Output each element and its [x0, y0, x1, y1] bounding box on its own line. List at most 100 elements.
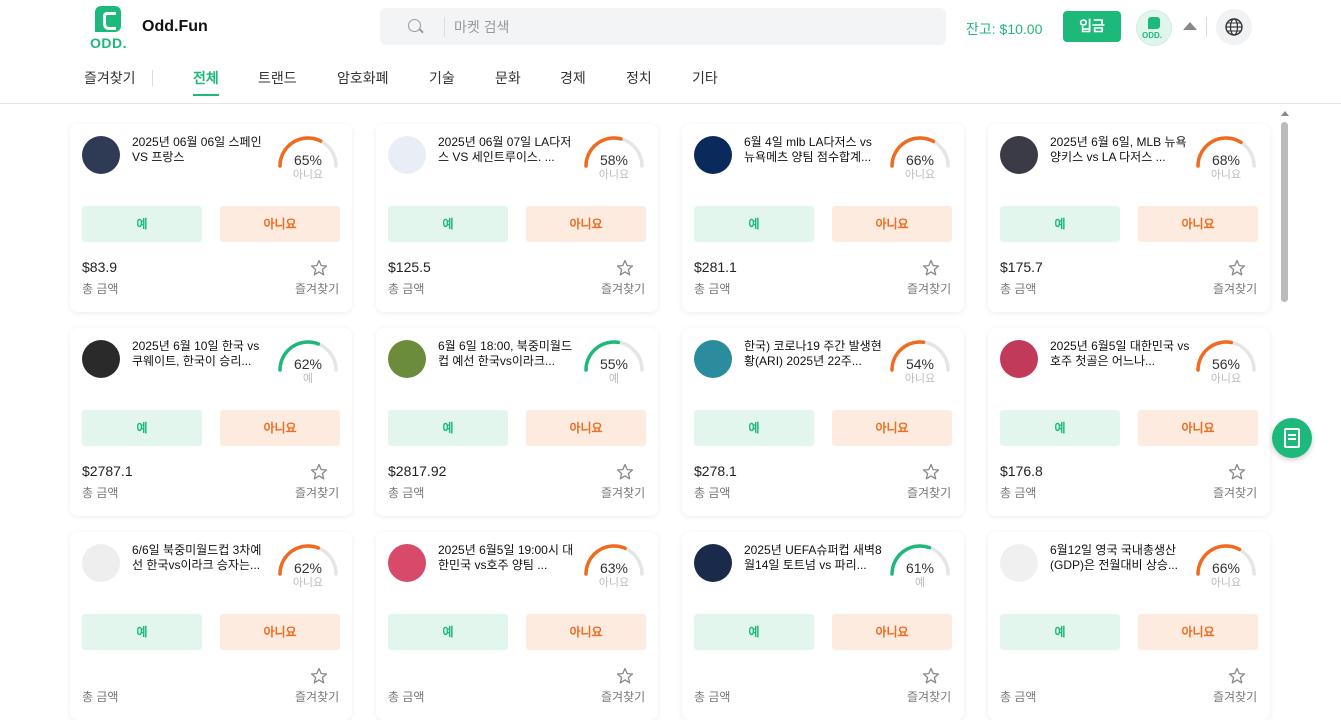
- tab-favorites[interactable]: 즐겨찾기: [84, 68, 136, 88]
- yes-button[interactable]: 예: [1000, 614, 1120, 650]
- star-icon[interactable]: [1228, 259, 1246, 277]
- favorite-label[interactable]: 즐겨찾기: [1213, 688, 1257, 705]
- yes-button[interactable]: 예: [1000, 206, 1120, 242]
- favorite-label[interactable]: 즐겨찾기: [295, 280, 339, 297]
- star-icon[interactable]: [922, 667, 940, 685]
- favorite-label[interactable]: 즐겨찾기: [1213, 280, 1257, 297]
- tab-trend[interactable]: 트랜드: [258, 68, 297, 88]
- no-button[interactable]: 아니요: [1138, 614, 1258, 650]
- market-card[interactable]: 2025년 UEFA슈퍼컵 새벽8월14일 토트넘 vs 파리... 61% 예…: [682, 532, 964, 720]
- market-title[interactable]: 2025년 UEFA슈퍼컵 새벽8월14일 토트넘 vs 파리...: [744, 543, 884, 573]
- market-title[interactable]: 2025년 06월 07일 LA다저스 VS 세인트루이스. ...: [438, 135, 578, 165]
- tab-all[interactable]: 전체: [193, 68, 219, 88]
- star-icon[interactable]: [616, 667, 634, 685]
- favorite-label[interactable]: 즐겨찾기: [907, 280, 951, 297]
- floating-doc-button[interactable]: [1272, 418, 1312, 458]
- no-button[interactable]: 아니요: [1138, 410, 1258, 446]
- market-thumbnail: [694, 544, 732, 582]
- deposit-button[interactable]: 입금: [1063, 11, 1121, 42]
- favorite-label[interactable]: 즐겨찾기: [295, 484, 339, 501]
- probability-outcome: 아니요: [1210, 577, 1242, 589]
- market-title[interactable]: 2025년 6월 6일, MLB 뉴욕 양키스 vs LA 다저스 ...: [1050, 135, 1190, 165]
- market-card[interactable]: 6월 4일 mlb LA다저스 vs 뉴욕메츠 양팀 점수합계... 66% 아…: [682, 124, 964, 312]
- favorite-label[interactable]: 즐겨찾기: [907, 688, 951, 705]
- market-thumbnail: [1000, 340, 1038, 378]
- favorite-label[interactable]: 즐겨찾기: [907, 484, 951, 501]
- scrollbar-thumb[interactable]: [1281, 122, 1288, 302]
- market-title[interactable]: 2025년 6월5일 19:00시 대한민국 vs호주 양팀 ...: [438, 543, 578, 573]
- yes-button[interactable]: 예: [388, 614, 508, 650]
- star-icon[interactable]: [922, 463, 940, 481]
- market-card[interactable]: 2025년 6월 6일, MLB 뉴욕 양키스 vs LA 다저스 ... 68…: [988, 124, 1270, 312]
- star-icon[interactable]: [310, 463, 328, 481]
- market-thumbnail: [694, 340, 732, 378]
- yes-button[interactable]: 예: [694, 614, 814, 650]
- market-card[interactable]: 6월 6일 18:00, 북중미월드컵 예선 한국vs이라크... 55% 예 …: [376, 328, 658, 516]
- tab-economy[interactable]: 경제: [560, 68, 586, 88]
- market-title[interactable]: 2025년 6월5일 대한민국 vs 호주 첫골은 어느나...: [1050, 339, 1190, 369]
- market-thumbnail: [388, 544, 426, 582]
- favorite-label[interactable]: 즐겨찾기: [295, 688, 339, 705]
- market-title[interactable]: 6/6일 북중미월드컵 3차예선 한국vs이라크 승자는...: [132, 543, 272, 573]
- tab-culture[interactable]: 문화: [495, 68, 521, 88]
- scroll-up-icon[interactable]: [1281, 111, 1289, 116]
- tab-crypto[interactable]: 암호화폐: [337, 68, 389, 88]
- star-icon[interactable]: [1228, 463, 1246, 481]
- market-card[interactable]: 2025년 6월 10일 한국 vs 쿠웨이트, 한국이 승리... 62% 예…: [70, 328, 352, 516]
- yes-button[interactable]: 예: [388, 410, 508, 446]
- market-card[interactable]: 한국) 코로나19 주간 발생현황(ARI) 2025년 22주... 54% …: [682, 328, 964, 516]
- favorite-label[interactable]: 즐겨찾기: [601, 280, 645, 297]
- brand-name[interactable]: Odd.Fun: [142, 18, 208, 36]
- tab-politics[interactable]: 정치: [626, 68, 652, 88]
- star-icon[interactable]: [1228, 667, 1246, 685]
- favorite-label[interactable]: 즐겨찾기: [601, 484, 645, 501]
- yes-button[interactable]: 예: [694, 410, 814, 446]
- no-button[interactable]: 아니요: [526, 410, 646, 446]
- language-button[interactable]: [1216, 9, 1252, 45]
- yes-button[interactable]: 예: [694, 206, 814, 242]
- star-icon[interactable]: [616, 463, 634, 481]
- no-button[interactable]: 아니요: [1138, 206, 1258, 242]
- favorite-label[interactable]: 즐겨찾기: [601, 688, 645, 705]
- avatar[interactable]: ODD.: [1136, 10, 1172, 46]
- market-card[interactable]: 6/6일 북중미월드컵 3차예선 한국vs이라크 승자는... 62% 아니요 …: [70, 532, 352, 720]
- no-button[interactable]: 아니요: [832, 410, 952, 446]
- market-card[interactable]: 2025년 06월 07일 LA다저스 VS 세인트루이스. ... 58% 아…: [376, 124, 658, 312]
- yes-button[interactable]: 예: [1000, 410, 1120, 446]
- search-input[interactable]: [454, 8, 934, 45]
- no-button[interactable]: 아니요: [526, 206, 646, 242]
- total-amount: $125.5: [388, 259, 431, 275]
- market-title[interactable]: 6월12일 영국 국내총생산(GDP)은 전월대비 상승...: [1050, 543, 1190, 573]
- market-card[interactable]: 2025년 06월 06일 스페인 VS 프랑스 65% 아니요 예 아니요 $…: [70, 124, 352, 312]
- market-title[interactable]: 2025년 06월 06일 스페인 VS 프랑스: [132, 135, 272, 165]
- market-title[interactable]: 한국) 코로나19 주간 발생현황(ARI) 2025년 22주...: [744, 339, 884, 369]
- no-button[interactable]: 아니요: [832, 206, 952, 242]
- market-card[interactable]: 6월12일 영국 국내총생산(GDP)은 전월대비 상승... 66% 아니요 …: [988, 532, 1270, 720]
- market-title[interactable]: 6월 6일 18:00, 북중미월드컵 예선 한국vs이라크...: [438, 339, 578, 369]
- tab-other[interactable]: 기타: [692, 68, 718, 88]
- star-icon[interactable]: [310, 259, 328, 277]
- total-amount: $175.7: [1000, 259, 1043, 275]
- no-button[interactable]: 아니요: [526, 614, 646, 650]
- star-icon[interactable]: [616, 259, 634, 277]
- total-amount-label: 총 금액: [694, 486, 731, 500]
- tab-tech[interactable]: 기술: [429, 68, 455, 88]
- no-button[interactable]: 아니요: [832, 614, 952, 650]
- no-button[interactable]: 아니요: [220, 206, 340, 242]
- yes-button[interactable]: 예: [82, 206, 202, 242]
- market-title[interactable]: 2025년 6월 10일 한국 vs 쿠웨이트, 한국이 승리...: [132, 339, 272, 369]
- yes-button[interactable]: 예: [82, 410, 202, 446]
- no-button[interactable]: 아니요: [220, 410, 340, 446]
- star-icon[interactable]: [310, 667, 328, 685]
- yes-button[interactable]: 예: [82, 614, 202, 650]
- market-card[interactable]: 2025년 6월5일 19:00시 대한민국 vs호주 양팀 ... 63% 아…: [376, 532, 658, 720]
- yes-button[interactable]: 예: [388, 206, 508, 242]
- star-icon[interactable]: [922, 259, 940, 277]
- caret-up-icon[interactable]: [1183, 22, 1197, 30]
- market-card[interactable]: 2025년 6월5일 대한민국 vs 호주 첫골은 어느나... 56% 아니요…: [988, 328, 1270, 516]
- market-title[interactable]: 6월 4일 mlb LA다저스 vs 뉴욕메츠 양팀 점수합계...: [744, 135, 884, 165]
- odd-logo[interactable]: ODD.: [90, 6, 132, 51]
- favorite-label[interactable]: 즐겨찾기: [1213, 484, 1257, 501]
- probability-gauge: 58% 아니요: [580, 134, 648, 181]
- no-button[interactable]: 아니요: [220, 614, 340, 650]
